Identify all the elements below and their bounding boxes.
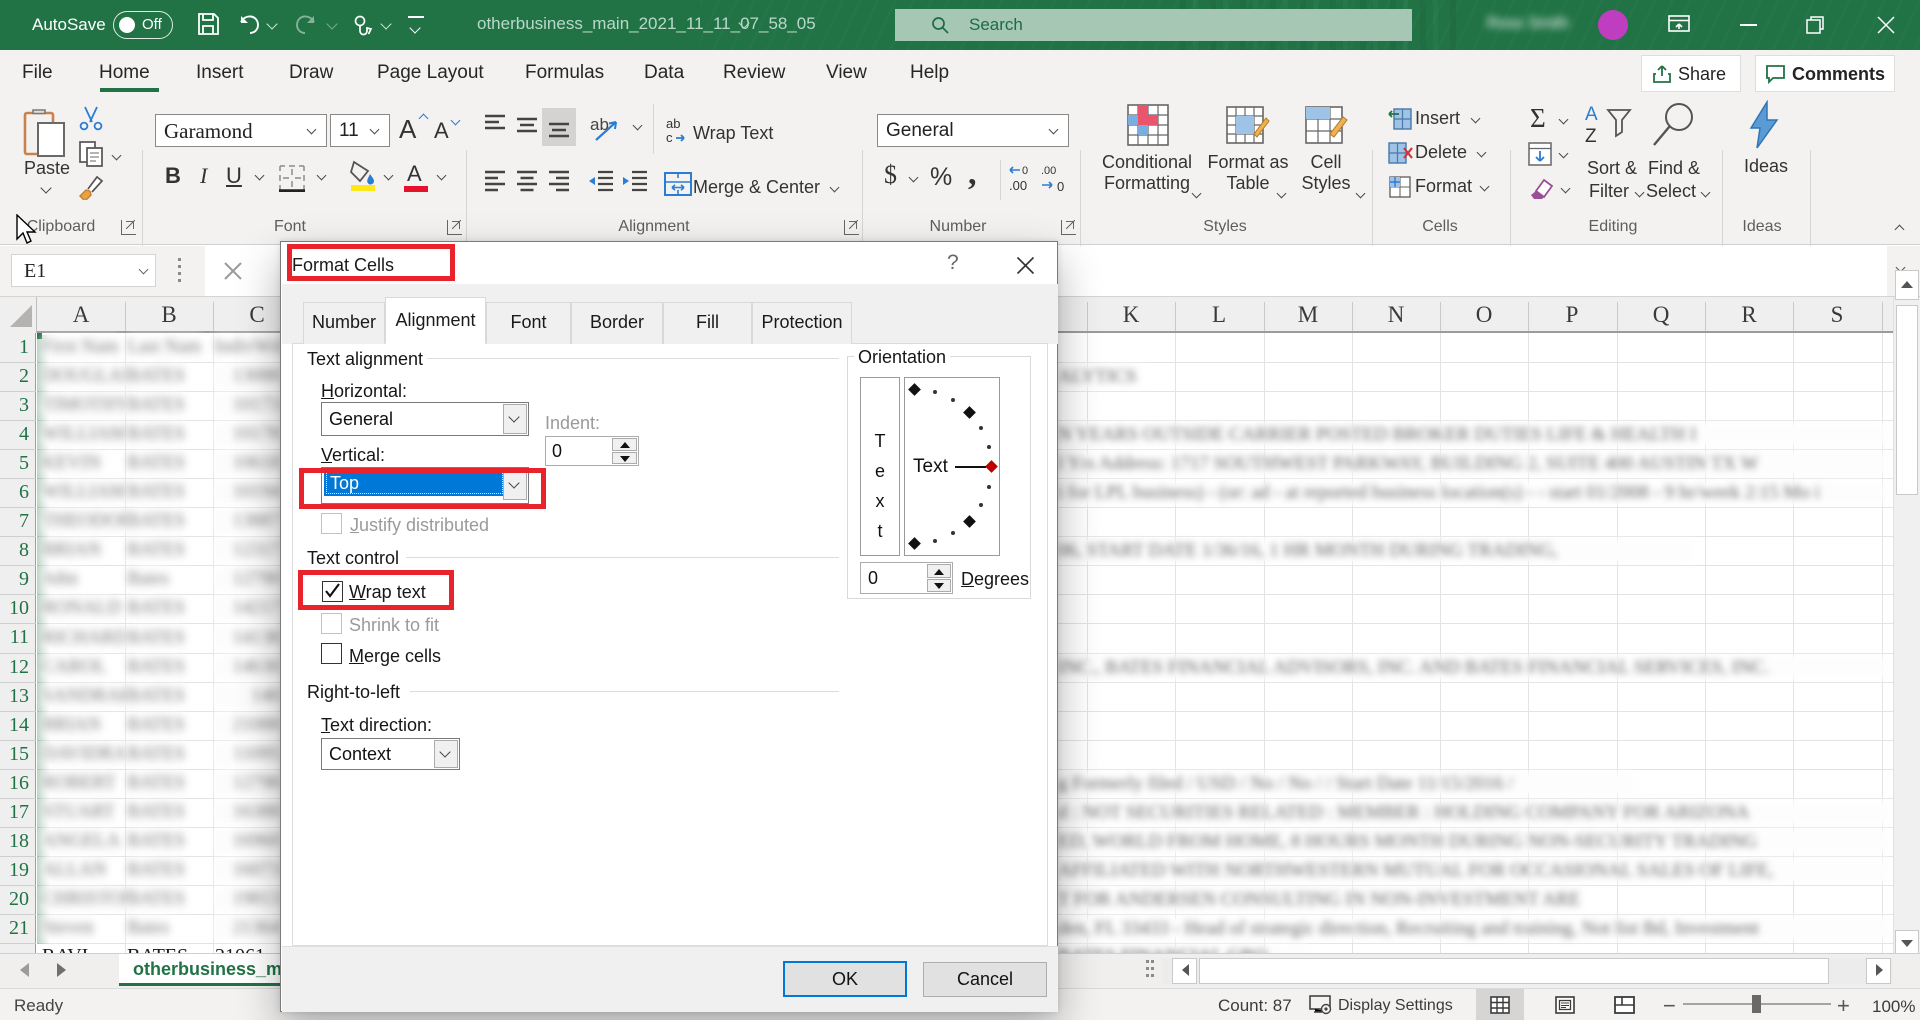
svg-text:.00: .00	[1009, 178, 1027, 193]
svg-text:c: c	[666, 130, 673, 145]
svg-text:Z: Z	[1585, 126, 1597, 147]
svg-text:A: A	[1585, 104, 1598, 125]
svg-text:.00: .00	[1041, 165, 1056, 177]
svg-text:0: 0	[1057, 179, 1064, 194]
svg-text:0: 0	[1022, 165, 1028, 177]
svg-text:ab: ab	[666, 116, 680, 131]
